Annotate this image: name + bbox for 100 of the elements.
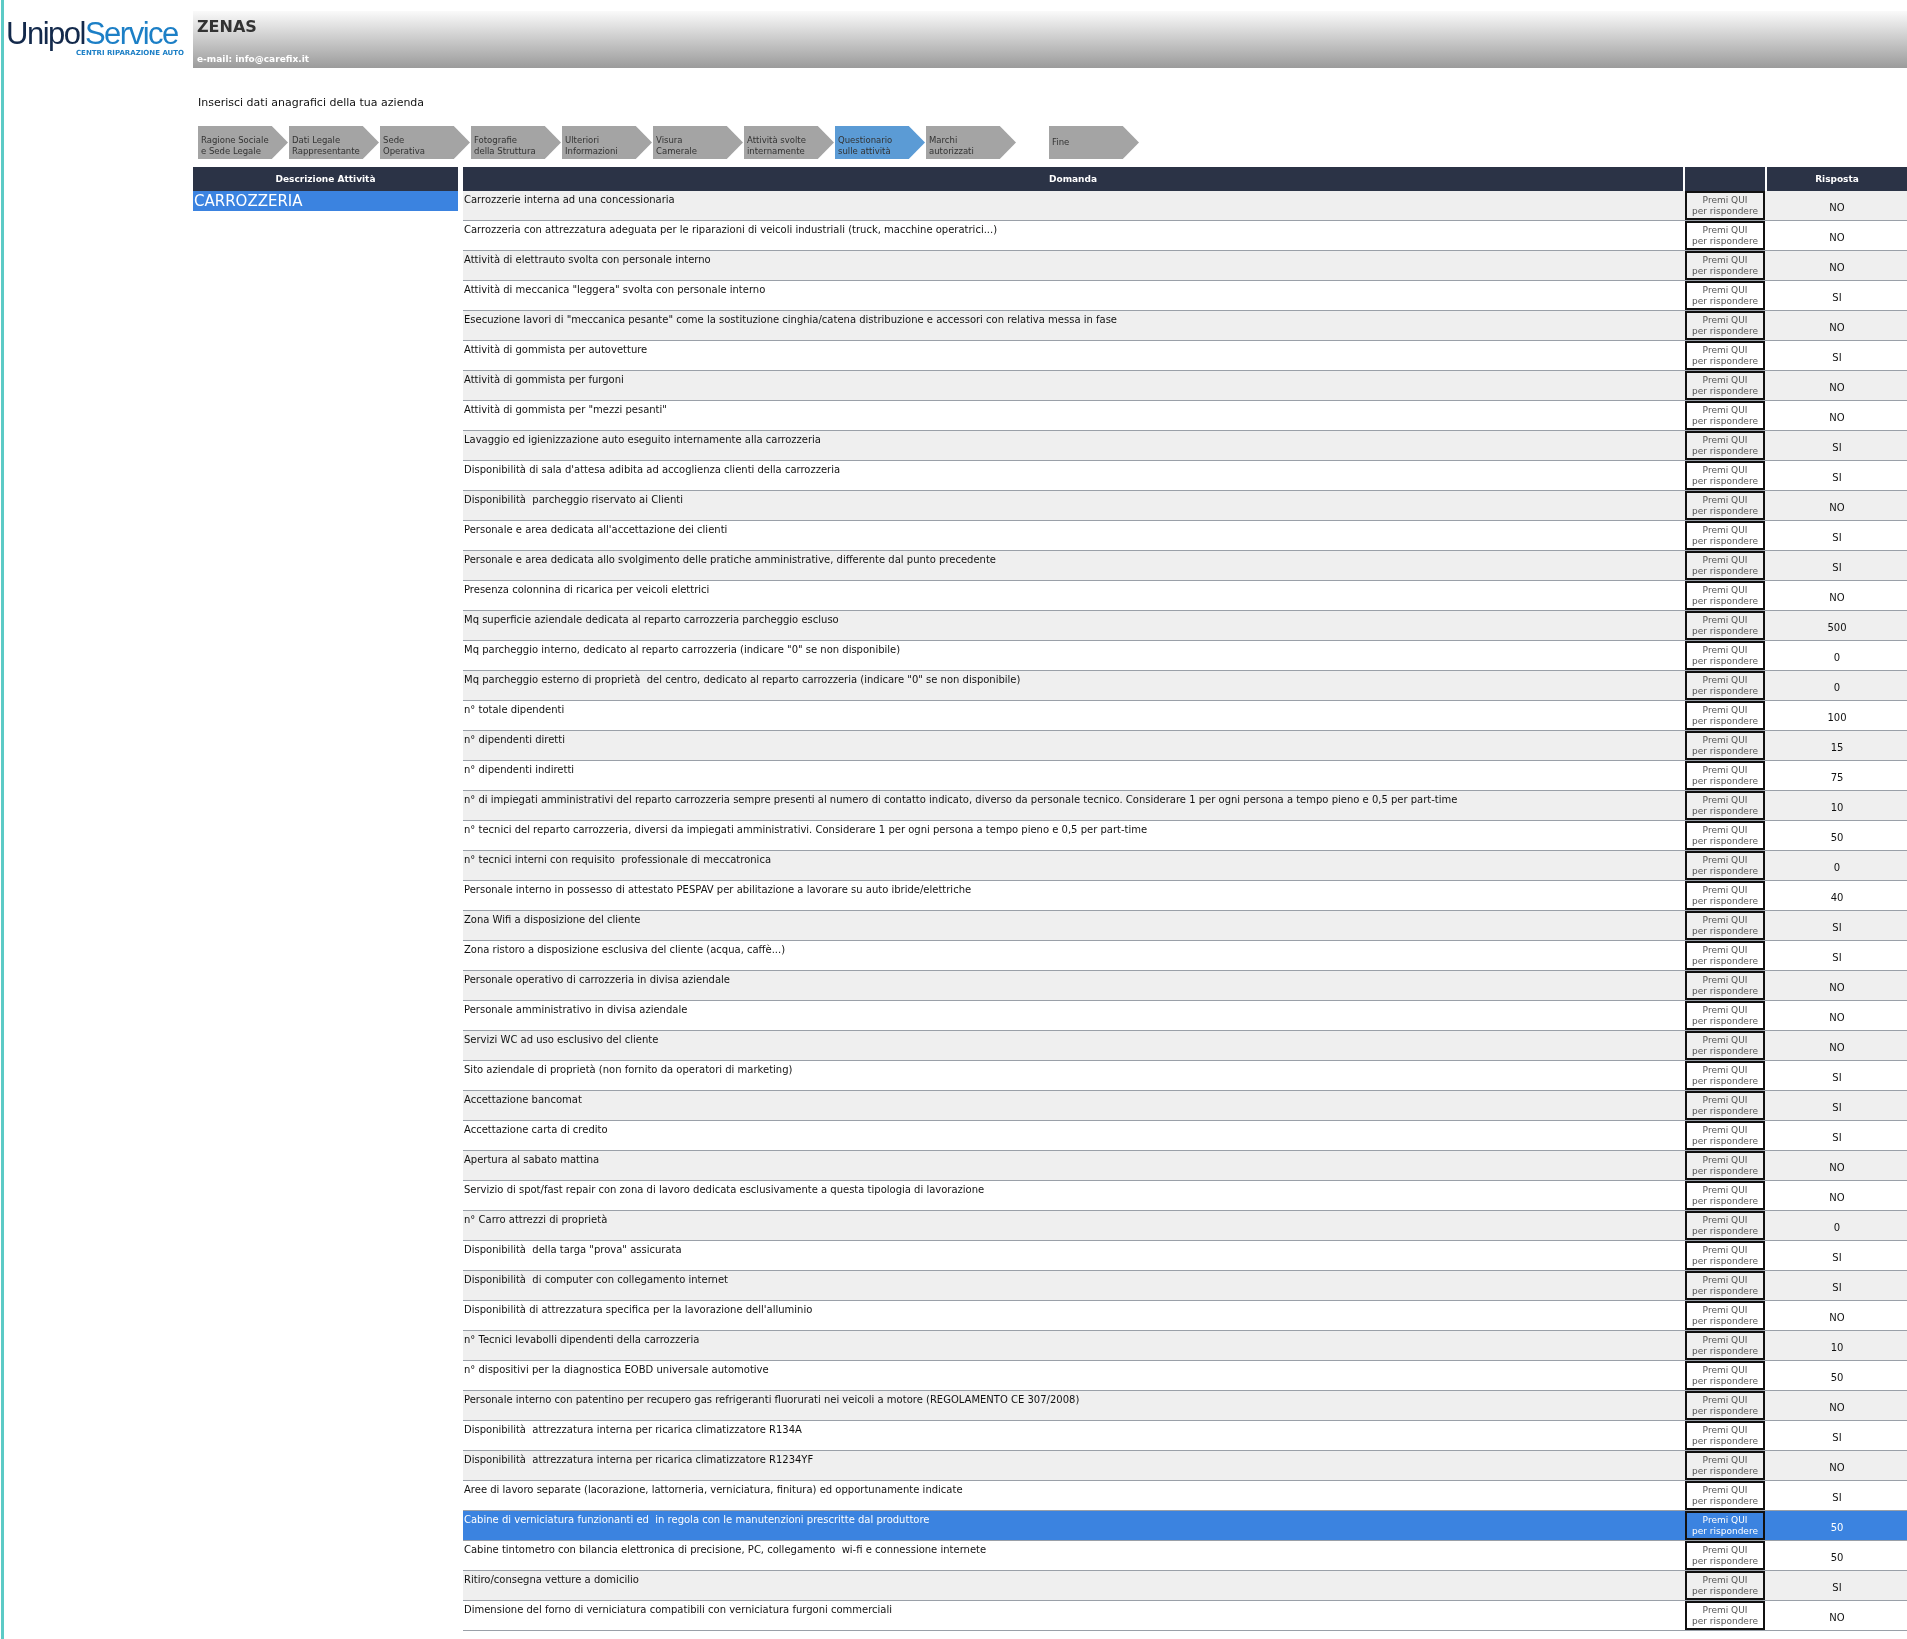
table-row[interactable]: Ritiro/consegna vetture a domicilio Premi QUI per rispondere SI [463, 1571, 1907, 1601]
table-row[interactable] [463, 791, 1907, 821]
table-row[interactable]: Personale e area dedicata allo svolgimento delle pratiche amministrative, differente dal punto precedente Premi QUI per rispondere SI [463, 551, 1907, 581]
answer-button[interactable]: Premi QUI per rispondere [1685, 521, 1765, 550]
answer-button[interactable]: Premi QUI per rispondere [1685, 1301, 1765, 1330]
table-row[interactable]: Disponibilità attrezzatura interna per ricarica climatizzatore R1234YF Premi QUI per rispondere NO [463, 1451, 1907, 1481]
table-row[interactable]: Carrozzerie interna ad una concessionaria Premi QUI per rispondere NO [463, 191, 1907, 221]
answer-button[interactable]: Premi QUI per rispondere [1685, 1451, 1765, 1480]
answer-button[interactable]: Premi QUI per rispondere [1685, 401, 1765, 430]
answer-button[interactable]: Premi QUI per rispondere [1685, 431, 1765, 460]
wizard-step[interactable]: Fotografie della Struttura [471, 126, 561, 159]
table-row[interactable]: n° dispositivi per la diagnostica EOBD universale automotive Premi QUI per rispondere 50 [463, 1361, 1907, 1391]
table-row[interactable]: Personale interno con patentino per recupero gas refrigeranti fluorurati nei veicoli a motore (REGOLAMENTO CE 307/2008) Premi QUI per rispondere NO [463, 1391, 1907, 1421]
table-row[interactable]: Cabine di verniciatura funzionanti ed in regola con le manutenzioni prescritte dal produttore Premi QUI per rispondere 50 [463, 1511, 1907, 1541]
wizard-step[interactable]: Sede Operativa [380, 126, 470, 159]
answer-button[interactable]: Premi QUI per rispondere [1685, 281, 1765, 310]
answer-button[interactable]: Premi QUI per rispondere [1685, 821, 1765, 850]
answer-button[interactable]: Premi QUI per rispondere [1685, 371, 1765, 400]
table-row[interactable]: n° tecnici del reparto carrozzeria, diversi da impiegati amministrativi. Considerare 1 per ogni persona a tempo pieno e 0,5 per part-time Premi QUI per rispondere 50 [463, 821, 1907, 851]
answer-button[interactable]: Premi QUI per rispondere [1685, 1241, 1765, 1270]
table-row[interactable]: Mq parcheggio interno, dedicato al reparto carrozzeria (indicare "0" se non disponibile) Premi QUI per rispondere 0 [463, 641, 1907, 671]
answer-button[interactable]: Premi QUI per rispondere [1685, 251, 1765, 280]
answer-button[interactable]: Premi QUI per rispondere [1685, 1211, 1765, 1240]
answer-button[interactable]: Premi QUI per rispondere [1685, 941, 1765, 970]
table-row[interactable]: Disponibilità della targa "prova" assicurata Premi QUI per rispondere SI [463, 1241, 1907, 1271]
answer-button[interactable]: Premi QUI per rispondere [1685, 1571, 1765, 1600]
table-row[interactable]: Zona Wifi a disposizione del cliente Premi QUI per rispondere SI [463, 911, 1907, 941]
sidebar-item[interactable]: CARROZZERIA [193, 191, 458, 211]
table-row[interactable]: Attività di gommista per "mezzi pesanti" Premi QUI per rispondere NO [463, 401, 1907, 431]
answer-button[interactable]: Premi QUI per rispondere [1685, 791, 1765, 820]
answer-button[interactable]: Premi QUI per rispondere [1685, 461, 1765, 490]
table-row[interactable]: Carrozzeria con attrezzatura adeguata per le riparazioni di veicoli industriali (truck, macchine operatrici...) Premi QUI per rispondere NO [463, 221, 1907, 251]
answer-button[interactable]: Premi QUI per rispondere [1685, 341, 1765, 370]
answer-button[interactable]: Premi QUI per rispondere [1685, 1001, 1765, 1030]
answer-button[interactable]: Premi QUI per rispondere [1685, 911, 1765, 940]
table-row[interactable]: Mq superficie aziendale dedicata al reparto carrozzeria parcheggio escluso Premi QUI per rispondere 500 [463, 611, 1907, 641]
table-row[interactable]: Presenza colonnina di ricarica per veicoli elettrici Premi QUI per rispondere NO [463, 581, 1907, 611]
wizard-step[interactable]: Questionario sulle attività [835, 126, 925, 159]
table-row[interactable]: Personale amministrativo in divisa aziendale Premi QUI per rispondere NO [463, 1001, 1907, 1031]
table-row[interactable]: Servizio di spot/fast repair con zona di lavoro dedicata esclusivamente a questa tipologia di lavorazione Premi QUI per rispondere NO [463, 1181, 1907, 1211]
wizard-step[interactable]: Dati Legale Rappresentante [289, 126, 379, 159]
answer-button[interactable]: Premi QUI per rispondere [1685, 1511, 1765, 1540]
table-row[interactable]: Accettazione carta di credito Premi QUI per rispondere SI [463, 1121, 1907, 1151]
table-row[interactable]: n° Carro attrezzi di proprietà Premi QUI per rispondere 0 [463, 1211, 1907, 1241]
table-row[interactable]: Dimensione del forno di verniciatura compatibili con verniciatura furgoni commerciali Premi QUI per rispondere NO [463, 1601, 1907, 1631]
table-row[interactable]: Apertura al sabato mattina Premi QUI per rispondere NO [463, 1151, 1907, 1181]
table-row[interactable]: Attività di gommista per autovetture Premi QUI per rispondere SI [463, 341, 1907, 371]
table-row[interactable]: Disponibilità di attrezzatura specifica per la lavorazione dell'alluminio Premi QUI per rispondere NO [463, 1301, 1907, 1331]
answer-button[interactable]: Premi QUI per rispondere [1685, 551, 1765, 580]
answer-button[interactable]: Premi QUI per rispondere [1685, 851, 1765, 880]
wizard-step[interactable]: Fine [1049, 126, 1139, 159]
answer-button[interactable]: Premi QUI per rispondere [1685, 731, 1765, 760]
table-row[interactable]: Cabine tintometro con bilancia elettronica di precisione, PC, collegamento wi-fi e connessione internete Premi QUI per rispondere 50 [463, 1541, 1907, 1571]
answer-button[interactable]: Premi QUI per rispondere [1685, 1331, 1765, 1360]
answer-button[interactable]: Premi QUI per rispondere [1685, 671, 1765, 700]
answer-button[interactable]: Premi QUI per rispondere [1685, 1391, 1765, 1420]
table-row[interactable]: Attività di meccanica "leggera" svolta con personale interno Premi QUI per rispondere SI [463, 281, 1907, 311]
wizard-step[interactable]: Ulteriori Informazioni [562, 126, 652, 159]
table-row[interactable]: Servizi WC ad uso esclusivo del cliente Premi QUI per rispondere NO [463, 1031, 1907, 1061]
answer-button[interactable]: Premi QUI per rispondere [1685, 701, 1765, 730]
answer-button[interactable]: Premi QUI per rispondere [1685, 221, 1765, 250]
table-row[interactable]: Attività di elettrauto svolta con personale interno Premi QUI per rispondere NO [463, 251, 1907, 281]
answer-button[interactable]: Premi QUI per rispondere [1685, 971, 1765, 1000]
table-row[interactable]: Attività di gommista per furgoni Premi QUI per rispondere NO [463, 371, 1907, 401]
answer-button[interactable]: Premi QUI per rispondere [1685, 1601, 1765, 1630]
wizard-step[interactable]: Ragione Sociale e Sede Legale [198, 126, 288, 159]
answer-button[interactable]: Premi QUI per rispondere [1685, 1421, 1765, 1450]
wizard-step[interactable]: Attività svolte internamente [744, 126, 834, 159]
answer-button[interactable]: Premi QUI per rispondere [1685, 1181, 1765, 1210]
table-row[interactable]: Disponibilità di computer con collegamento internet Premi QUI per rispondere SI [463, 1271, 1907, 1301]
table-row[interactable]: n° tecnici interni con requisito professionale di meccatronica Premi QUI per rispondere 0 [463, 851, 1907, 881]
table-row[interactable]: n° dipendenti indiretti Premi QUI per rispondere 75 [463, 761, 1907, 791]
table-row[interactable]: n° Tecnici levabolli dipendenti della carrozzeria Premi QUI per rispondere 10 [463, 1331, 1907, 1361]
table-row[interactable]: Accettazione bancomat Premi QUI per rispondere SI [463, 1091, 1907, 1121]
table-row[interactable]: Personale interno in possesso di attestato PESPAV per abilitazione a lavorare su auto ibride/elettriche Premi QUI per rispondere 40 [463, 881, 1907, 911]
answer-button[interactable]: Premi QUI per rispondere [1685, 1151, 1765, 1180]
table-row[interactable]: Disponibilità di sala d'attesa adibita ad accoglienza clienti della carrozzeria Premi QUI per rispondere SI [463, 461, 1907, 491]
answer-button[interactable]: Premi QUI per rispondere [1685, 761, 1765, 790]
table-row[interactable]: Personale operativo di carrozzeria in divisa aziendale Premi QUI per rispondere NO [463, 971, 1907, 1001]
answer-button[interactable]: Premi QUI per rispondere [1685, 611, 1765, 640]
answer-button[interactable]: Premi QUI per rispondere [1685, 1061, 1765, 1090]
answer-button[interactable]: Premi QUI per rispondere [1685, 191, 1765, 220]
table-row[interactable]: Disponibilità parcheggio riservato ai Clienti Premi QUI per rispondere NO [463, 491, 1907, 521]
wizard-step[interactable]: Marchi autorizzati [926, 126, 1016, 159]
table-row[interactable]: n° dipendenti diretti Premi QUI per rispondere 15 [463, 731, 1907, 761]
answer-button[interactable]: Premi QUI per rispondere [1685, 641, 1765, 670]
answer-button[interactable]: Premi QUI per rispondere [1685, 581, 1765, 610]
answer-button[interactable]: Premi QUI per rispondere [1685, 1091, 1765, 1120]
answer-button[interactable]: Premi QUI per rispondere [1685, 1361, 1765, 1390]
answer-button[interactable]: Premi QUI per rispondere [1685, 1481, 1765, 1510]
answer-button[interactable]: Premi QUI per rispondere [1685, 1121, 1765, 1150]
answer-button[interactable]: Premi QUI per rispondere [1685, 311, 1765, 340]
table-row[interactable]: Disponibilità attrezzatura interna per ricarica climatizzatore R134A Premi QUI per rispondere SI [463, 1421, 1907, 1451]
table-row[interactable]: Sito aziendale di proprietà (non fornito da operatori di marketing) Premi QUI per rispondere SI [463, 1061, 1907, 1091]
table-row[interactable]: Zona ristoro a disposizione esclusiva del cliente (acqua, caffè...) Premi QUI per rispondere SI [463, 941, 1907, 971]
answer-button[interactable]: Premi QUI per rispondere [1685, 1271, 1765, 1300]
table-row[interactable]: Aree di lavoro separate (lacorazione, lattorneria, verniciatura, finitura) ed opportunamente indicate Premi QUI per rispondere SI [463, 1481, 1907, 1511]
table-row[interactable]: Personale e area dedicata all'accettazione dei clienti Premi QUI per rispondere SI [463, 521, 1907, 551]
answer-button[interactable]: Premi QUI per rispondere [1685, 1031, 1765, 1060]
table-row[interactable]: Mq parcheggio esterno di proprietà del centro, dedicato al reparto carrozzeria (indicare "0" se non disponibile) Premi QUI per rispondere 0 [463, 671, 1907, 701]
